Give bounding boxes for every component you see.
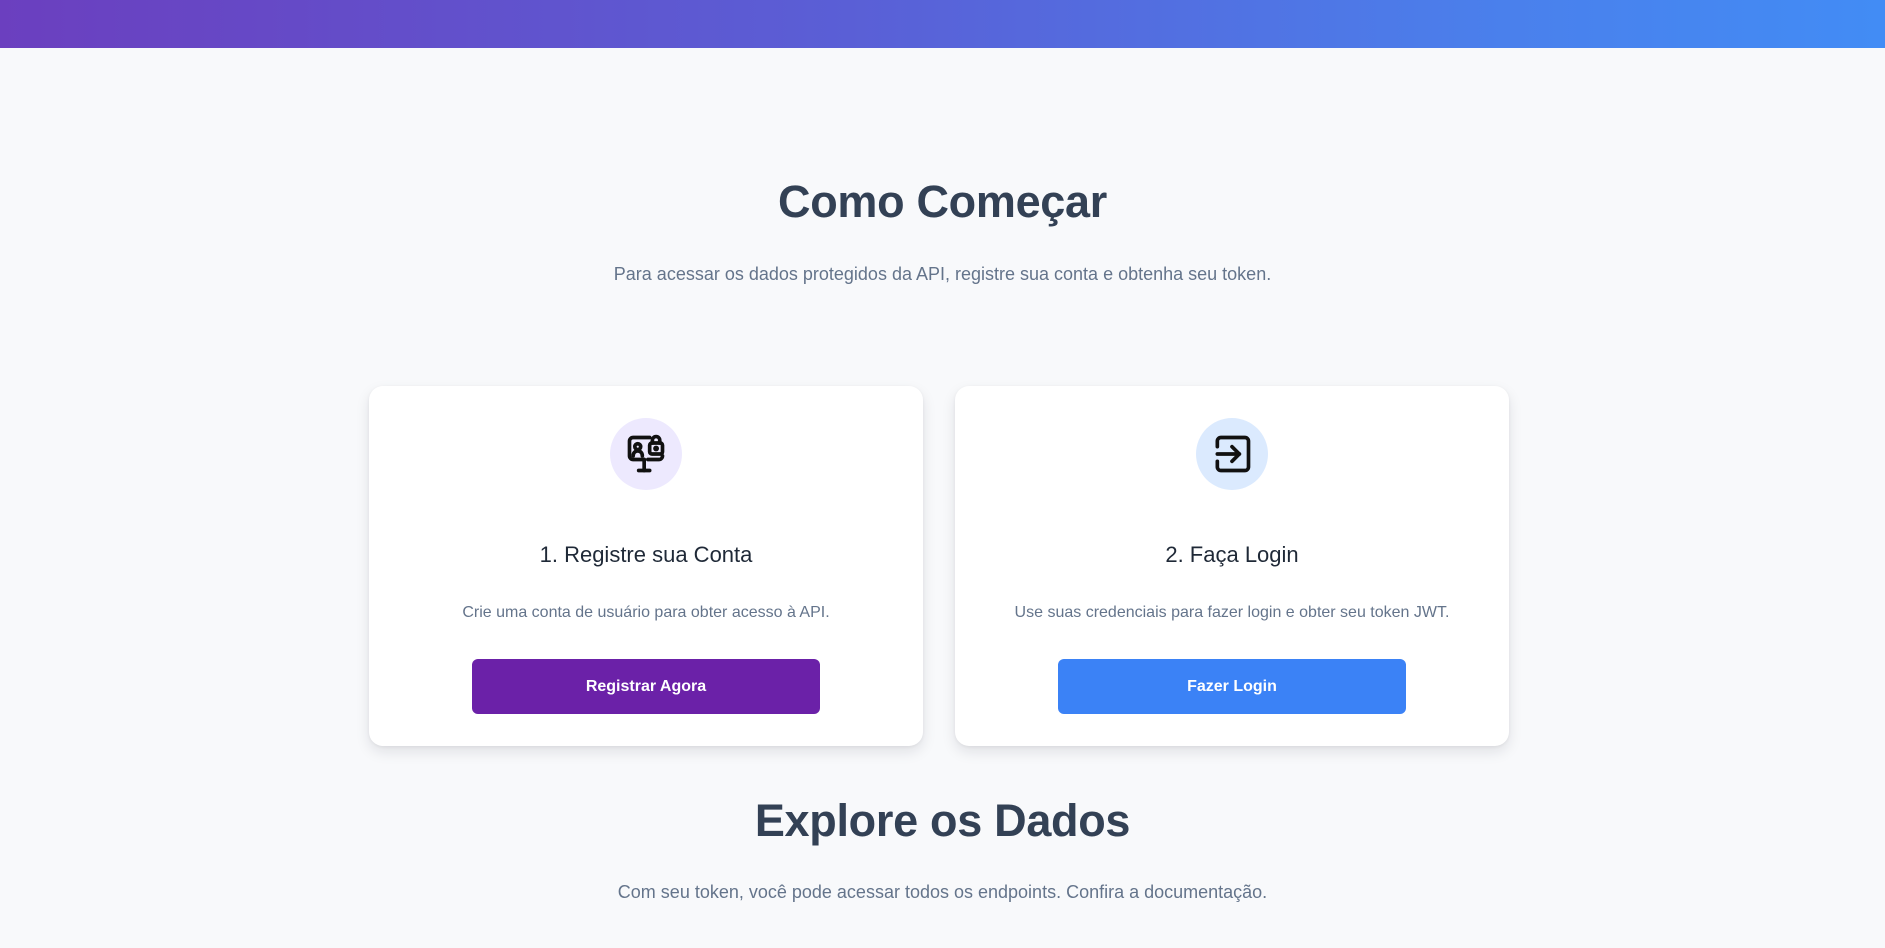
explore-subtitle: Com seu token, você pode acessar todos o… (617, 882, 1268, 902)
login-card-description: Use suas credenciais para fazer login e … (1014, 604, 1450, 621)
login-button[interactable]: Fazer Login (1058, 659, 1406, 714)
top-gradient-bar (0, 0, 1885, 48)
login-icon (1215, 435, 1251, 473)
register-card: 1. Registre sua Conta Crie uma conta de … (369, 386, 923, 746)
register-card-description: Crie uma conta de usuário para obter ace… (462, 604, 830, 621)
login-icon-circle (1196, 418, 1268, 490)
login-card-title: 2. Faça Login (1165, 542, 1299, 567)
user-lock-monitor-icon (627, 434, 665, 473)
register-icon-circle (610, 418, 682, 490)
login-card: 2. Faça Login Use suas credenciais para … (955, 386, 1509, 746)
getting-started-title: Como Começar (778, 176, 1107, 227)
explore-title: Explore os Dados (754, 795, 1131, 846)
register-now-button[interactable]: Registrar Agora (472, 659, 820, 714)
getting-started-subtitle: Para acessar os dados protegidos da API,… (613, 264, 1272, 284)
register-card-title: 1. Registre sua Conta (539, 542, 753, 567)
